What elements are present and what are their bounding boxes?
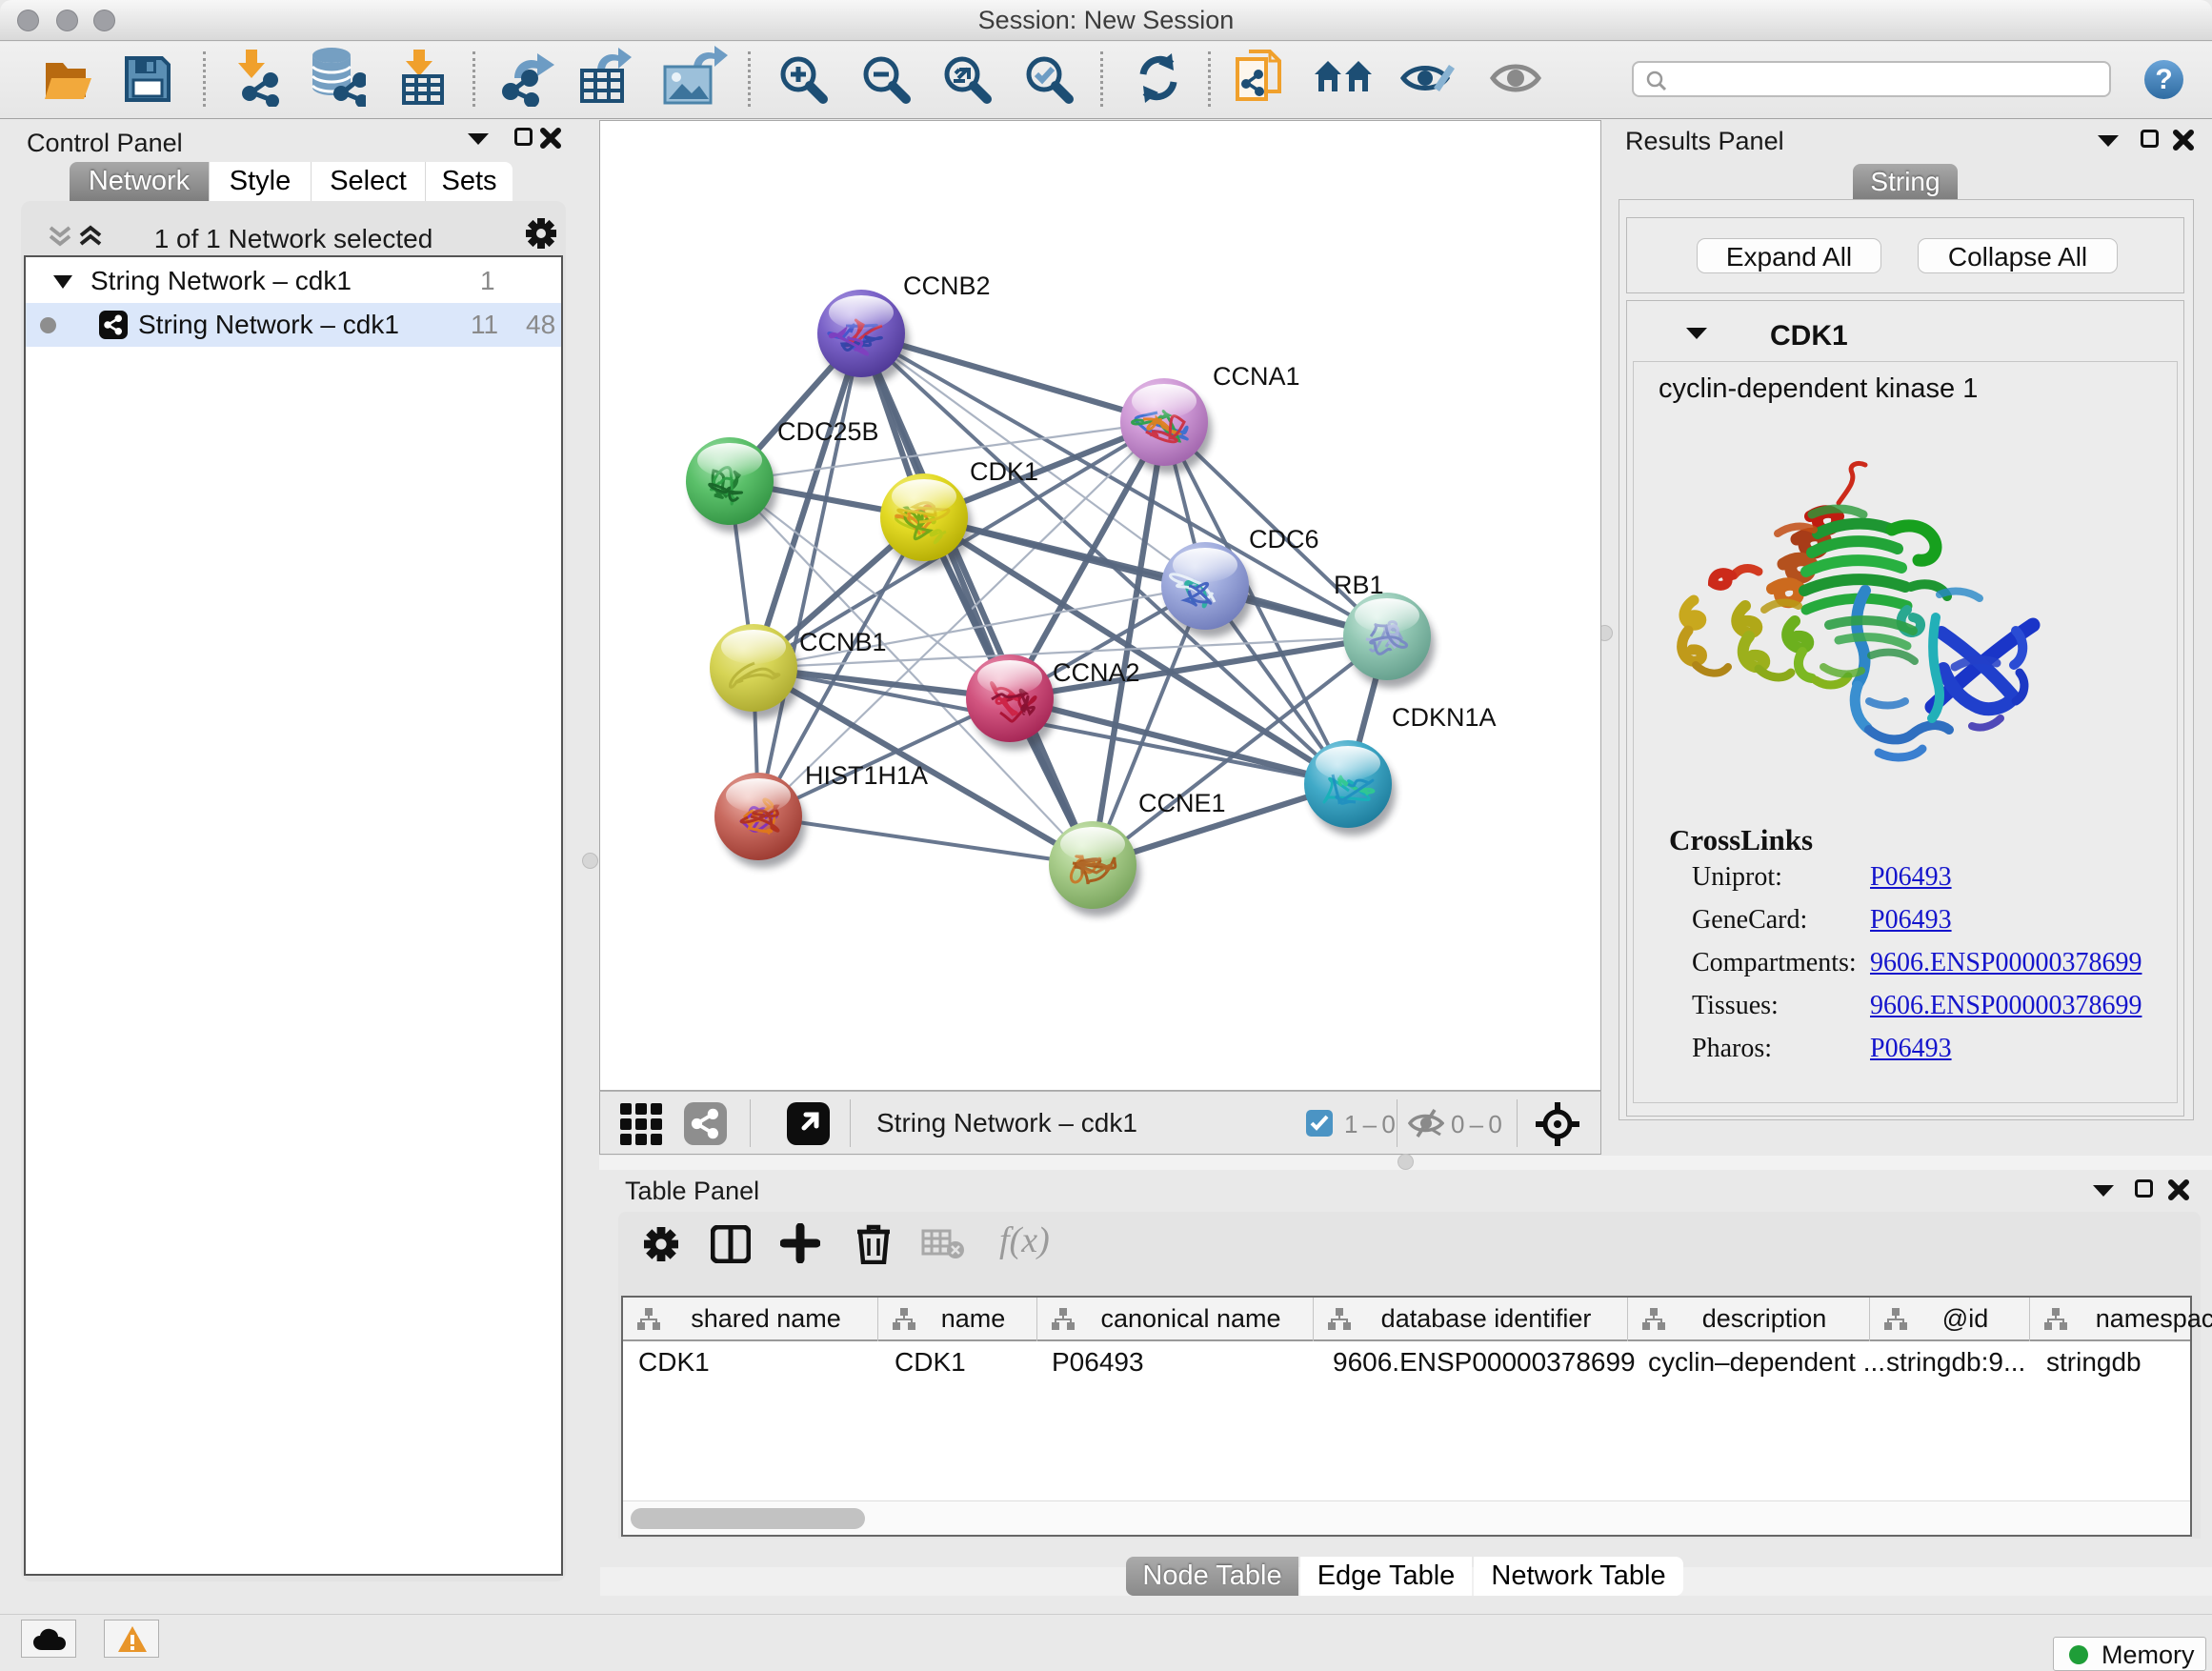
svg-text:CCNB2: CCNB2 (903, 272, 991, 300)
svg-text:CCNA2: CCNA2 (1053, 658, 1140, 687)
svg-text:HIST1H1A: HIST1H1A (805, 761, 928, 790)
svg-text:CCNA1: CCNA1 (1213, 362, 1300, 391)
svg-text:CDK1: CDK1 (970, 457, 1038, 486)
svg-text:CCNB1: CCNB1 (799, 628, 887, 656)
svg-text:CDKN1A: CDKN1A (1392, 703, 1497, 732)
svg-text:CCNE1: CCNE1 (1138, 789, 1226, 817)
svg-text:CDC25B: CDC25B (777, 417, 879, 446)
svg-text:RB1: RB1 (1334, 571, 1384, 599)
svg-text:CDC6: CDC6 (1249, 525, 1319, 554)
